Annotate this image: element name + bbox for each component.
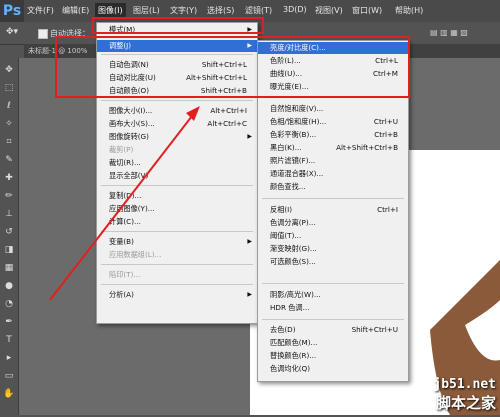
annotation-arrow xyxy=(49,106,200,301)
watermark-site: jb51.net xyxy=(433,377,496,392)
watermark: jb51.net 脚本之家 xyxy=(433,377,496,413)
watermark-name: 脚本之家 xyxy=(435,394,496,412)
